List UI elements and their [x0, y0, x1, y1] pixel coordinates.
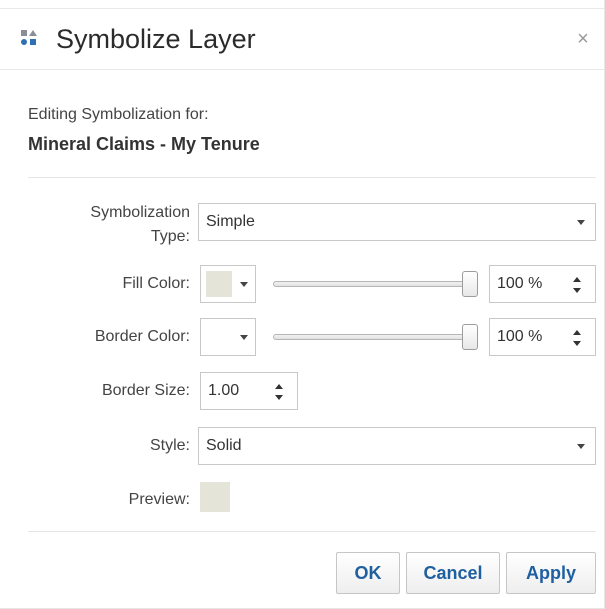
fill-opacity-spinner[interactable]: 100 %: [489, 265, 596, 303]
border-opacity-slider-handle[interactable]: [462, 324, 478, 350]
border-size-value: 1.00: [208, 382, 240, 399]
style-label: Style:: [149, 437, 190, 454]
editing-label: Editing Symbolization for:: [28, 106, 209, 123]
apply-button[interactable]: Apply: [506, 552, 596, 594]
spinner-up-icon[interactable]: [573, 330, 581, 335]
chevron-down-icon: [577, 220, 585, 225]
chevron-down-icon: [240, 282, 248, 287]
fill-opacity-value: 100 %: [497, 275, 543, 292]
symbolization-type-select[interactable]: Simple: [198, 203, 596, 241]
spinner-down-icon[interactable]: [573, 288, 581, 293]
spinner-down-icon[interactable]: [573, 341, 581, 346]
chevron-down-icon: [577, 444, 585, 449]
preview-label: Preview:: [128, 491, 190, 508]
fill-opacity-slider-handle[interactable]: [462, 271, 478, 297]
close-icon[interactable]: ×: [573, 27, 593, 51]
symbolization-type-value: Simple: [206, 213, 255, 230]
divider: [28, 531, 596, 532]
fill-color-picker[interactable]: [200, 265, 256, 303]
border-opacity-slider[interactable]: [273, 334, 478, 340]
fill-color-swatch: [206, 271, 232, 297]
fill-color-label: Fill Color:: [122, 275, 190, 292]
symbolize-icon: [21, 30, 37, 45]
spinner-down-icon[interactable]: [275, 395, 283, 400]
border-color-swatch: [206, 324, 232, 350]
fill-opacity-slider[interactable]: [273, 281, 478, 287]
spinner-up-icon[interactable]: [275, 384, 283, 389]
symbolization-type-label: Symbolization Type:: [90, 204, 190, 245]
style-select[interactable]: Solid: [198, 427, 596, 465]
ok-button[interactable]: OK: [336, 552, 400, 594]
border-color-picker[interactable]: [200, 318, 256, 356]
symbolize-layer-dialog: Symbolize Layer × Editing Symbolization …: [0, 0, 605, 609]
border-color-label: Border Color:: [94, 328, 190, 345]
spinner-up-icon[interactable]: [573, 277, 581, 282]
style-value: Solid: [206, 437, 242, 454]
cancel-button[interactable]: Cancel: [406, 552, 500, 594]
border-opacity-value: 100 %: [497, 328, 543, 345]
layer-name: Mineral Claims - My Tenure: [28, 134, 260, 154]
chevron-down-icon: [240, 335, 248, 340]
border-size-spinner[interactable]: 1.00: [200, 372, 298, 410]
border-size-label: Border Size:: [101, 382, 190, 399]
preview-swatch: [200, 482, 230, 512]
dialog-title: Symbolize Layer: [56, 24, 256, 54]
dialog-header: Symbolize Layer ×: [0, 8, 604, 70]
divider: [28, 177, 596, 178]
border-opacity-spinner[interactable]: 100 %: [489, 318, 596, 356]
